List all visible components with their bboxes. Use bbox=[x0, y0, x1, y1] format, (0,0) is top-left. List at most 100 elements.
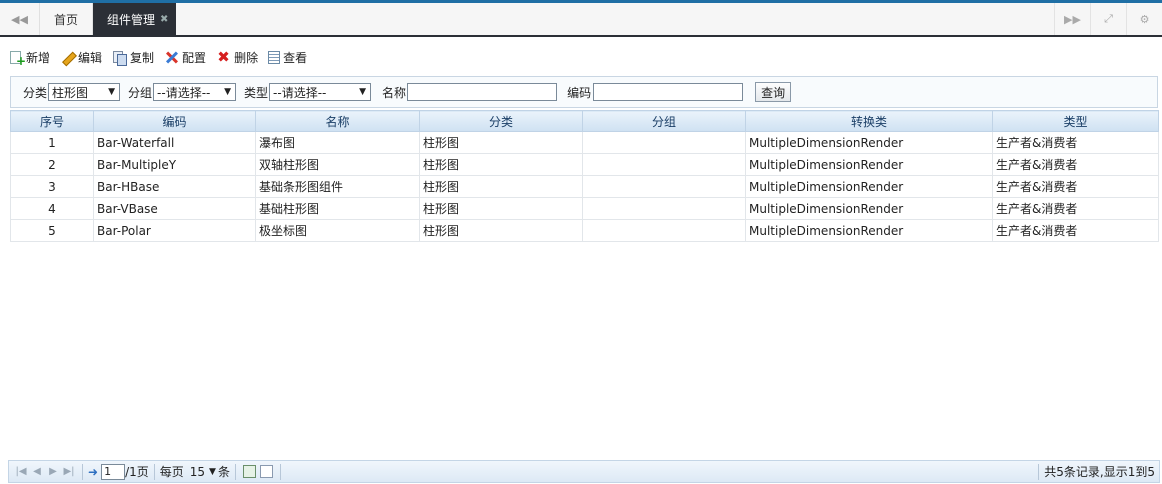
tab-home-label: 首页 bbox=[54, 12, 79, 27]
column-header-code[interactable]: 编码 bbox=[93, 110, 256, 132]
cell-type: 生产者&消费者 bbox=[992, 131, 1159, 154]
cell-category: 柱形图 bbox=[419, 197, 583, 220]
column-header-converter[interactable]: 转换类 bbox=[745, 110, 993, 132]
new-label: 新增 bbox=[26, 50, 51, 65]
view-button[interactable]: 查看 bbox=[268, 49, 307, 66]
category-label: 分类 bbox=[23, 85, 48, 100]
table-row[interactable]: 1 Bar-Waterfall 瀑布图 柱形图 MultipleDimensio… bbox=[10, 131, 1159, 154]
cell-code: Bar-VBase bbox=[93, 197, 256, 220]
fullscreen-icon[interactable]: ⤢ bbox=[1090, 3, 1126, 35]
group-select[interactable]: --请选择-- ▼ bbox=[153, 83, 237, 101]
page-total: /1页 bbox=[125, 465, 149, 479]
column-header-index[interactable]: 序号 bbox=[10, 110, 94, 132]
table-row[interactable]: 5 Bar-Polar 极坐标图 柱形图 MultipleDimensionRe… bbox=[10, 219, 1159, 242]
cell-group bbox=[582, 175, 746, 198]
cell-converter: MultipleDimensionRender bbox=[745, 175, 993, 198]
prev-page-icon[interactable]: ◀ bbox=[29, 466, 45, 477]
config-button[interactable]: 配置 bbox=[164, 49, 206, 66]
query-button[interactable]: 查询 bbox=[755, 82, 792, 102]
tab-scroll-right-icon[interactable]: ▶▶ bbox=[1054, 3, 1090, 35]
cell-group bbox=[582, 197, 746, 220]
delete-x-icon: ✖ bbox=[217, 47, 230, 66]
record-info: 共5条记录,显示1到5 bbox=[1044, 465, 1155, 479]
cell-category: 柱形图 bbox=[419, 175, 583, 198]
page-number-input[interactable]: 1 bbox=[101, 463, 126, 480]
component-table: 序号 编码 名称 分类 分组 转换类 类型 1 Bar-Waterfall 瀑布… bbox=[10, 110, 1159, 242]
chevron-down-icon: ▼ bbox=[209, 466, 216, 477]
cell-converter: MultipleDimensionRender bbox=[745, 131, 993, 154]
pagination-bar: |◀ ◀ ▶ ▶| ➜ 1 /1页 每页 15 ▼ 条 共5条记录,显示1到5 bbox=[8, 460, 1160, 483]
type-select[interactable]: --请选择-- ▼ bbox=[269, 83, 372, 101]
tab-scroll-left-icon[interactable]: ◀◀ bbox=[0, 3, 40, 35]
cell-converter: MultipleDimensionRender bbox=[745, 153, 993, 176]
tab-close-icon[interactable]: ✖ bbox=[160, 14, 168, 25]
cell-name: 双轴柱形图 bbox=[255, 153, 420, 176]
category-select-value: 柱形图 bbox=[52, 85, 89, 100]
cell-name: 极坐标图 bbox=[255, 219, 420, 242]
copy-label: 复制 bbox=[130, 50, 155, 65]
column-header-category[interactable]: 分类 bbox=[419, 110, 583, 132]
cell-category: 柱形图 bbox=[419, 153, 583, 176]
per-page-label: 每页 bbox=[159, 465, 184, 479]
cell-type: 生产者&消费者 bbox=[992, 219, 1159, 242]
tab-active-label: 组件管理 bbox=[107, 12, 156, 27]
category-select[interactable]: 柱形图 ▼ bbox=[48, 83, 121, 101]
code-input[interactable] bbox=[593, 83, 744, 101]
tab-bar: ◀◀ 首页 组件管理 ✖ ▶▶ ⤢ ⚙ bbox=[0, 3, 1162, 37]
type-label: 类型 bbox=[244, 85, 269, 100]
cell-category: 柱形图 bbox=[419, 131, 583, 154]
column-header-group[interactable]: 分组 bbox=[582, 110, 746, 132]
table-row[interactable]: 3 Bar-HBase 基础条形图组件 柱形图 MultipleDimensio… bbox=[10, 175, 1159, 198]
cell-type: 生产者&消费者 bbox=[992, 175, 1159, 198]
cell-code: Bar-Polar bbox=[93, 219, 256, 242]
cell-category: 柱形图 bbox=[419, 219, 583, 242]
cell-name: 基础条形图组件 bbox=[255, 175, 420, 198]
excel-export-icon[interactable] bbox=[242, 465, 256, 478]
cell-name: 基础柱形图 bbox=[255, 197, 420, 220]
delete-button[interactable]: ✖ 删除 bbox=[216, 49, 258, 66]
last-page-icon[interactable]: ▶| bbox=[61, 466, 77, 477]
pencil-icon bbox=[60, 50, 75, 65]
tab-component-management[interactable]: 组件管理 ✖ bbox=[93, 3, 177, 35]
first-page-icon[interactable]: |◀ bbox=[13, 466, 29, 477]
chevron-down-icon: ▼ bbox=[108, 87, 116, 97]
name-input[interactable] bbox=[407, 83, 558, 101]
group-label: 分组 bbox=[128, 85, 153, 100]
view-label: 查看 bbox=[283, 50, 308, 65]
per-page-select[interactable]: 15 ▼ bbox=[186, 465, 216, 479]
copy-icon bbox=[112, 50, 128, 66]
cell-type: 生产者&消费者 bbox=[992, 153, 1159, 176]
cell-converter: MultipleDimensionRender bbox=[745, 219, 993, 242]
cell-index: 3 bbox=[10, 175, 94, 198]
cell-name: 瀑布图 bbox=[255, 131, 420, 154]
per-page-unit: 条 bbox=[217, 465, 230, 479]
cell-type: 生产者&消费者 bbox=[992, 197, 1159, 220]
tab-home[interactable]: 首页 bbox=[40, 3, 94, 35]
group-select-value: --请选择-- bbox=[157, 85, 211, 100]
next-page-icon[interactable]: ▶ bbox=[45, 466, 61, 477]
cell-index: 2 bbox=[10, 153, 94, 176]
document-export-icon[interactable] bbox=[259, 465, 273, 478]
column-header-name[interactable]: 名称 bbox=[255, 110, 420, 132]
cell-index: 1 bbox=[10, 131, 94, 154]
cell-code: Bar-HBase bbox=[93, 175, 256, 198]
copy-button[interactable]: 复制 bbox=[112, 49, 154, 66]
go-page-icon[interactable]: ➜ bbox=[88, 465, 98, 479]
new-button[interactable]: 新增 bbox=[10, 49, 51, 68]
table-row[interactable]: 4 Bar-VBase 基础柱形图 柱形图 MultipleDimensionR… bbox=[10, 197, 1159, 220]
code-label: 编码 bbox=[567, 85, 592, 100]
edit-button[interactable]: 编辑 bbox=[60, 49, 102, 66]
chevron-down-icon: ▼ bbox=[359, 87, 367, 97]
name-label: 名称 bbox=[382, 85, 407, 100]
column-header-type[interactable]: 类型 bbox=[992, 110, 1159, 132]
gear-icon[interactable]: ⚙ bbox=[1126, 3, 1162, 35]
config-label: 配置 bbox=[182, 50, 207, 65]
chevron-down-icon: ▼ bbox=[224, 87, 232, 97]
search-panel: 分类 柱形图 ▼ 分组 --请选择-- ▼ 类型 --请选择-- ▼ 名称 编码… bbox=[10, 76, 1158, 108]
cell-group bbox=[582, 153, 746, 176]
cell-code: Bar-MultipleY bbox=[93, 153, 256, 176]
cell-group bbox=[582, 219, 746, 242]
cell-converter: MultipleDimensionRender bbox=[745, 197, 993, 220]
table-row[interactable]: 2 Bar-MultipleY 双轴柱形图 柱形图 MultipleDimens… bbox=[10, 153, 1159, 176]
tools-icon bbox=[164, 50, 179, 65]
